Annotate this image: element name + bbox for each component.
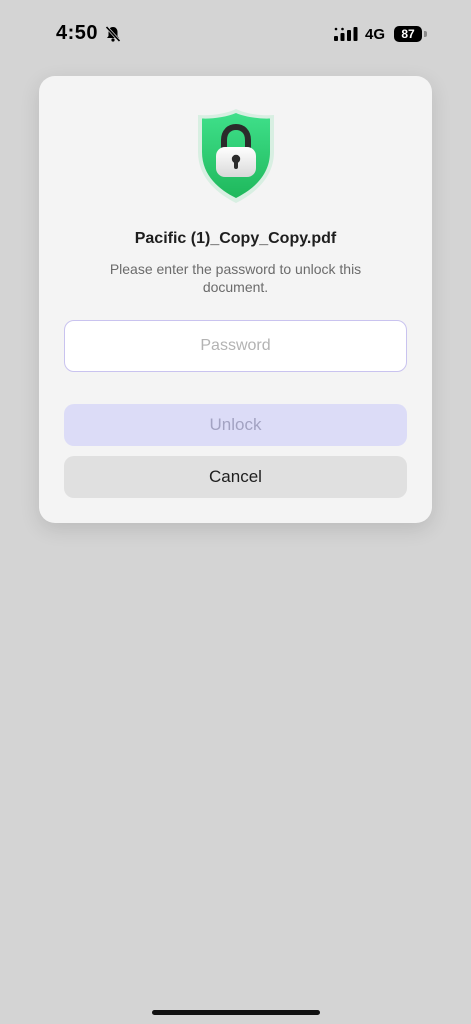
signal-icon <box>334 27 358 41</box>
password-input[interactable] <box>64 320 407 372</box>
bell-slash-icon <box>105 25 121 43</box>
unlock-button[interactable]: Unlock <box>64 404 407 446</box>
unlock-message: Please enter the password to unlock this… <box>109 261 362 295</box>
battery-level: 87 <box>401 27 415 41</box>
shield-lock-icon <box>198 109 274 203</box>
battery-tip <box>424 31 427 37</box>
status-time: 4:50 <box>56 22 99 44</box>
file-name-title: Pacific (1)_Copy_Copy.pdf <box>134 230 337 247</box>
network-type: 4G <box>365 26 386 43</box>
password-dialog: Pacific (1)_Copy_Copy.pdf Please enter t… <box>39 76 432 523</box>
status-bar: 4:50 4G 87 <box>0 0 471 70</box>
cancel-button[interactable]: Cancel <box>64 456 407 498</box>
battery-icon: 87 <box>394 26 422 42</box>
home-indicator[interactable] <box>152 1010 320 1015</box>
